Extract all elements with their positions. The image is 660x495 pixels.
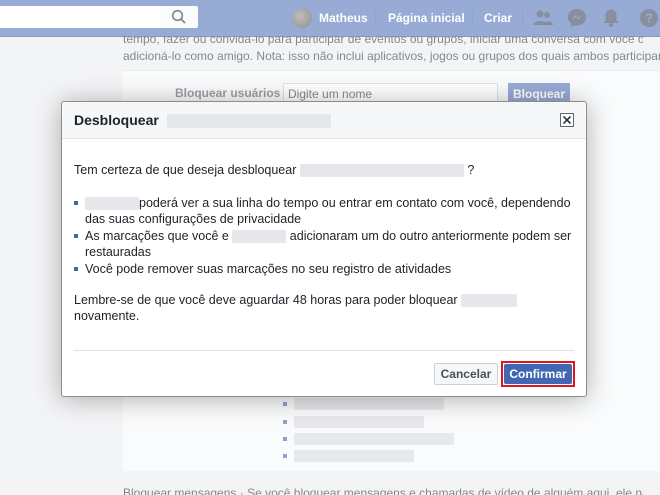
list-item-text: poderá ver a sua linha do tempo ou entra… bbox=[85, 196, 571, 226]
list-item: Você pode remover suas marcações no seu … bbox=[74, 261, 574, 277]
list-bullet bbox=[74, 234, 78, 238]
list-bullet bbox=[74, 267, 78, 271]
redacted-user-name bbox=[232, 230, 287, 244]
list-item: As marcações que você e adicionaram um d… bbox=[74, 228, 574, 260]
reminder-text: Lembre-se de que você deve aguardar 48 h… bbox=[74, 292, 574, 324]
question-text: Tem certeza de que deseja desbloquear bbox=[74, 163, 297, 177]
dialog-header: Desbloquear bbox=[62, 102, 586, 139]
list-item-text: As marcações que você e bbox=[85, 229, 229, 243]
reminder-text-start: Lembre-se de que você deve aguardar 48 h… bbox=[74, 293, 458, 307]
close-icon bbox=[562, 115, 572, 125]
close-button[interactable] bbox=[560, 113, 574, 127]
unblock-dialog: Desbloquear Tem certeza de que deseja de… bbox=[61, 101, 587, 397]
list-item-text: Você pode remover suas marcações no seu … bbox=[85, 262, 452, 276]
redacted-user-name bbox=[166, 114, 331, 129]
list-bullet bbox=[74, 201, 78, 205]
unblock-question: Tem certeza de que deseja desbloquear ? bbox=[74, 162, 474, 178]
confirm-button[interactable]: Confirmar bbox=[504, 364, 572, 384]
redacted-user-name bbox=[85, 197, 139, 211]
consequences-list: poderá ver a sua linha do tempo ou entra… bbox=[74, 195, 574, 278]
confirm-highlight: Confirmar bbox=[501, 361, 575, 387]
cancel-button[interactable]: Cancelar bbox=[434, 363, 498, 385]
question-mark: ? bbox=[467, 163, 475, 177]
redacted-user-name bbox=[461, 294, 518, 308]
redacted-user-name bbox=[299, 164, 464, 178]
dialog-footer-divider bbox=[74, 350, 574, 351]
dialog-title-text: Desbloquear bbox=[74, 112, 159, 128]
reminder-text-end: novamente. bbox=[74, 309, 140, 323]
list-item: poderá ver a sua linha do tempo ou entra… bbox=[74, 195, 574, 227]
dialog-title: Desbloquear bbox=[74, 112, 331, 129]
